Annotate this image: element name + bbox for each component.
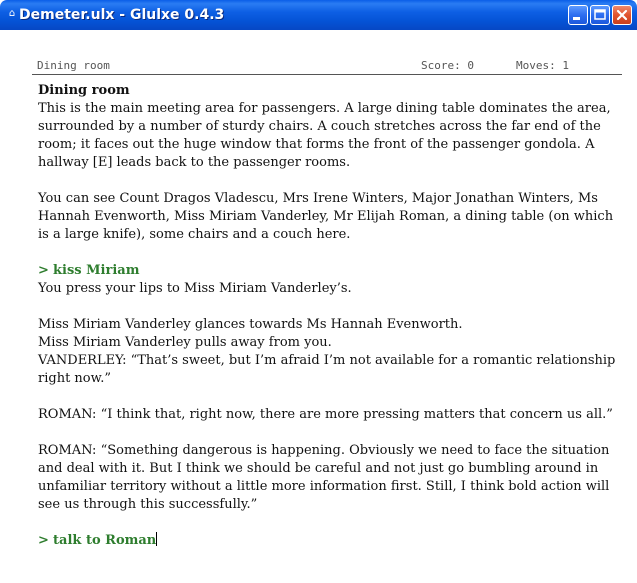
minimize-icon [573,17,580,20]
dialogue-line: ROMAN: “Something dangerous is happening… [38,443,610,512]
room-title: Dining room [38,83,130,98]
response-text: You press your lips to Miss Miriam Vande… [38,281,352,296]
text-cursor [156,532,158,546]
command-input-line[interactable]: > talk to Roman [38,532,618,550]
command-input[interactable]: talk to Roman [53,533,156,548]
prompt-symbol: > [38,533,49,548]
window-title: Demeter.ulx - Glulxe 0.4.3 [19,7,225,23]
command-line-1: > kiss Miriam [38,262,618,280]
maximize-icon [594,9,606,20]
dialogue-line: ROMAN: “I think that, right now, there a… [38,407,613,422]
command-text: kiss Miriam [53,263,140,278]
maximize-button[interactable] [590,5,610,25]
visible-objects-text: You can see Count Dragos Vladescu, Mrs I… [38,191,614,242]
status-score: Score: 0 [421,59,474,72]
room-description: This is the main meeting area for passen… [38,101,611,170]
close-button[interactable] [612,5,632,25]
title-bar[interactable]: ⌂ Demeter.ulx - Glulxe 0.4.3 [0,0,637,30]
story-text-area[interactable]: Dining room This is the main meeting are… [38,82,618,550]
glulxe-window: ⌂ Demeter.ulx - Glulxe 0.4.3 Dining room… [0,0,637,583]
status-line: Dining room Score: 0 Moves: 1 [32,57,622,75]
story-line: Miss Miriam Vanderley glances towards Ms… [38,317,463,332]
story-line: Miss Miriam Vanderley pulls away from yo… [38,335,332,350]
dialogue-line: VANDERLEY: “That’s sweet, but I’m afraid… [38,353,616,386]
status-location: Dining room [37,59,110,72]
minimize-button[interactable] [568,5,588,25]
app-icon[interactable]: ⌂ [7,9,17,19]
status-moves: Moves: 1 [516,59,569,72]
close-icon [616,9,628,21]
prompt-symbol: > [38,263,49,278]
